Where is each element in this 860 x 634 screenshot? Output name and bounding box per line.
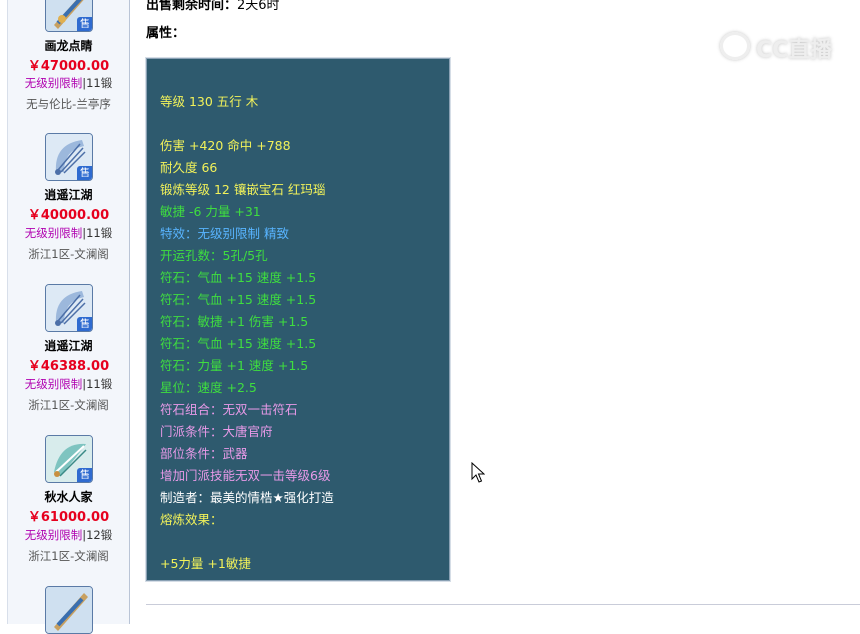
item-name[interactable]: 逍遥江湖 <box>8 337 129 354</box>
fan-item-icon[interactable]: 售 <box>45 435 93 483</box>
remaining-time-label: 出售剩余时间： <box>146 0 238 13</box>
item-name[interactable]: 秋水人家 <box>8 488 129 505</box>
item-limit: 无级别限制|11锻 <box>8 376 129 392</box>
attribute-line: 增加门派技能无双一击等级6级 <box>160 468 331 483</box>
sale-badge: 售 <box>77 317 92 331</box>
sidebar-listing: 售 画龙点睛 ￥47000.00 无级别限制|11锻 无与伦比-兰亭序 售 逍遥… <box>7 0 130 634</box>
item-name[interactable]: 逍遥江湖 <box>8 186 129 203</box>
fan-item-icon[interactable]: 售 <box>45 133 93 181</box>
fan-item-icon[interactable]: 售 <box>45 284 93 332</box>
item-server: 浙江1区-文澜阁 <box>28 398 109 412</box>
remaining-time: 出售剩余时间：2天6时 <box>146 0 280 13</box>
item-limit: 无级别限制|12锻 <box>8 527 129 543</box>
attribute-line: 熔炼效果： <box>160 512 223 527</box>
attribute-line: 符石：敏捷 +1 伤害 +1.5 <box>160 314 309 329</box>
attribute-line: 锻炼等级 12 镶嵌宝石 红玛瑙 <box>160 182 326 197</box>
sale-badge: 售 <box>77 166 92 180</box>
forge-level: 11锻 <box>86 377 113 391</box>
level-limit: 无级别限制 <box>24 528 83 542</box>
item-server: 浙江1区-文澜阁 <box>28 549 109 563</box>
remaining-time-value: 2天6时 <box>237 0 280 13</box>
attribute-line: 符石：力量 +1 速度 +1.5 <box>160 358 309 373</box>
watermark: CC直播 <box>720 30 840 64</box>
sale-badge: 售 <box>77 468 92 482</box>
forge-level: 11锻 <box>86 76 113 90</box>
attributes-label: 属性： <box>146 26 186 41</box>
attribute-line: 符石：气血 +15 速度 +1.5 <box>160 292 317 307</box>
attribute-line: 敏捷 -6 力量 +31 <box>160 204 261 219</box>
item-price: ￥61000.00 <box>27 510 110 525</box>
sale-badge: 售 <box>77 17 92 31</box>
level-limit: 无级别限制 <box>24 377 83 391</box>
attribute-line: 伤害 +420 命中 +788 <box>160 138 291 153</box>
attribute-line: 部位条件：武器 <box>160 446 248 461</box>
attribute-line: 耐久度 66 <box>160 160 218 175</box>
item-server: 浙江1区-文澜阁 <box>28 247 109 261</box>
attribute-line: 符石：气血 +15 速度 +1.5 <box>160 336 317 351</box>
attribute-line: +5力量 +1敏捷 <box>160 556 251 571</box>
item-limit: 无级别限制|11锻 <box>8 225 129 241</box>
item-price: ￥40000.00 <box>27 208 110 223</box>
divider <box>146 604 860 605</box>
attribute-line: 符石组合：无双一击符石 <box>160 402 298 417</box>
cc-logo-icon <box>720 32 750 60</box>
attribute-line: 等级 130 五行 木 <box>160 94 259 109</box>
level-limit: 无级别限制 <box>24 76 83 90</box>
forge-level: 11锻 <box>86 226 113 240</box>
forge-level: 12锻 <box>86 528 113 542</box>
item-server: 无与伦比-兰亭序 <box>26 97 111 111</box>
item-price: ￥46388.00 <box>27 359 110 374</box>
level-limit: 无级别限制 <box>24 226 83 240</box>
item-name[interactable]: 画龙点睛 <box>8 37 129 54</box>
item-price: ￥47000.00 <box>27 59 110 74</box>
attributes-panel: 等级 130 五行 木伤害 +420 命中 +788 耐久度 66 锻炼等级 12 … <box>145 57 451 582</box>
attribute-line: 开运孔数：5孔/5孔 <box>160 248 268 263</box>
fan-item-icon[interactable]: 售 <box>45 0 93 32</box>
attribute-line: 特效：无级别限制 精致 <box>160 226 289 241</box>
mouse-cursor-icon <box>471 462 485 483</box>
attribute-line: 制造者：最美的情梏★强化打造 <box>160 490 334 505</box>
fan-item-icon[interactable] <box>45 586 93 634</box>
attribute-line: 符石：气血 +15 速度 +1.5 <box>160 270 317 285</box>
item-limit: 无级别限制|11锻 <box>8 75 129 91</box>
attribute-line: 星位：速度 +2.5 <box>160 380 257 395</box>
watermark-text: CC直播 <box>756 38 833 63</box>
attribute-line: 门派条件：大唐官府 <box>160 424 273 439</box>
